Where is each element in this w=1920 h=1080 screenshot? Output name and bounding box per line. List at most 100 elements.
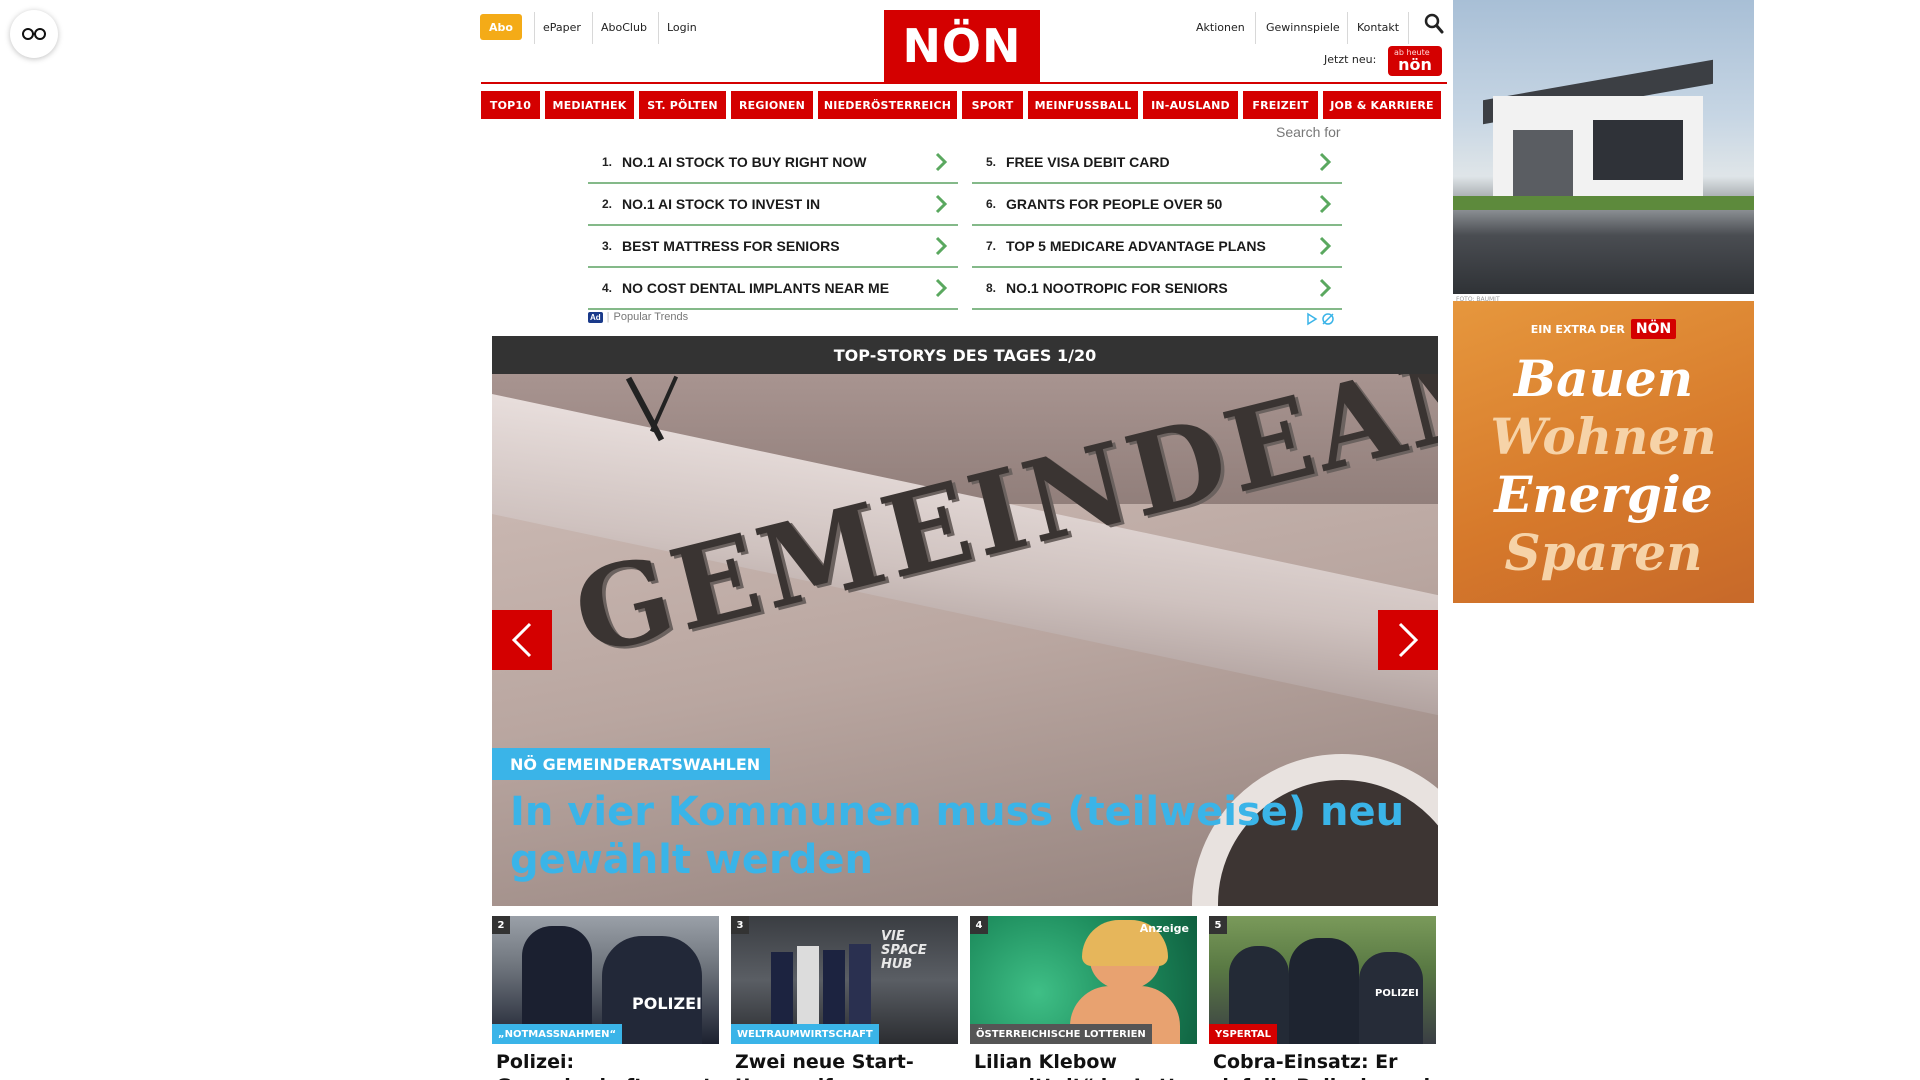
ad-link[interactable]: 2. NO.1 AI STOCK TO INVEST IN	[588, 184, 958, 226]
ad-search-for: Search for	[1276, 124, 1341, 140]
story-category-tag: WELTRAUMWIRTSCHAFT	[731, 1024, 879, 1044]
story-rank: 5	[1209, 916, 1227, 934]
ad-number: 2.	[601, 197, 612, 211]
ad-footer-text[interactable]: Popular Trends	[614, 311, 689, 323]
ad-number: 3.	[601, 239, 612, 253]
divider	[1408, 12, 1409, 44]
nav-sport[interactable]: SPORT	[962, 91, 1023, 119]
story-title: Lilian Klebow „ermittelt“ im Lotto Studi…	[974, 1051, 1190, 1080]
story-card[interactable]: POLIZEI 2 „NOTMASSNAHMEN“ Polizei: Gewer…	[492, 916, 719, 1080]
ad-text: NO COST DENTAL IMPLANTS NEAR ME	[622, 280, 890, 296]
ad-link[interactable]: 5. FREE VISA DEBIT CARD	[972, 142, 1342, 184]
ad-word: Bauen	[1513, 349, 1694, 408]
nav-top10[interactable]: TOP10	[481, 91, 540, 119]
ad-link[interactable]: 6. GRANTS FOR PEOPLE OVER 50	[972, 184, 1342, 226]
next-story-button[interactable]	[1378, 610, 1438, 670]
ad-footer: Ad | Popular Trends	[588, 311, 689, 323]
epaper-link[interactable]: ePaper	[543, 14, 581, 40]
nav-freizeit[interactable]: FREIZEIT	[1243, 91, 1318, 119]
divider	[592, 12, 593, 44]
adchoices-icon[interactable]	[1306, 311, 1342, 330]
chevron-left-icon	[511, 622, 532, 658]
ad-link[interactable]: 4. NO COST DENTAL IMPLANTS NEAR ME	[588, 268, 958, 310]
story-image-text: POLIZEI	[1375, 988, 1419, 999]
chevron-right-icon	[1319, 152, 1332, 172]
reader-mode-button[interactable]	[10, 10, 58, 58]
story-title: Polizei: Gewerkschaft warnt vor Einsparu…	[496, 1051, 712, 1080]
story-image: Anzeige 4 ÖSTERREICHISCHE LOTTERIEN	[970, 916, 1197, 1044]
ad-number: 5.	[985, 155, 996, 169]
story-image: POLIZEI 2 „NOTMASSNAHMEN“	[492, 916, 719, 1044]
hero-category-tag[interactable]: NÖ GEMEINDERATSWAHLEN	[492, 748, 771, 780]
kontakt-link[interactable]: Kontakt	[1357, 14, 1399, 40]
ad-text: GRANTS FOR PEOPLE OVER 50	[1006, 196, 1223, 212]
story-card[interactable]: POLIZEI 5 YSPERTAL Cobra-Einsatz: Er rie…	[1209, 916, 1436, 1080]
chevron-right-icon	[1319, 278, 1332, 298]
jetzt-badge-small: ab heute	[1394, 48, 1430, 57]
ad-text: BEST MATTRESS FOR SENIORS	[622, 238, 840, 254]
nav-job-karriere[interactable]: JOB & KARRIERE	[1323, 91, 1441, 119]
ad-text: NO.1 NOOTROPIC FOR SENIORS	[1006, 280, 1228, 296]
chevron-right-icon	[935, 236, 948, 256]
ad-list-right: 5. FREE VISA DEBIT CARD 6. GRANTS FOR PE…	[972, 142, 1342, 310]
story-category-tag: ÖSTERREICHISCHE LOTTERIEN	[970, 1024, 1152, 1044]
nav-mediathek[interactable]: MEDIATHEK	[545, 91, 634, 119]
prev-story-button[interactable]	[492, 610, 552, 670]
ad-text: NO.1 AI STOCK TO BUY RIGHT NOW	[622, 154, 867, 170]
glasses-icon	[22, 28, 46, 40]
story-image: VIE SPACE HUB 3 WELTRAUMWIRTSCHAFT	[731, 916, 958, 1044]
ad-text: FREE VISA DEBIT CARD	[1006, 154, 1170, 170]
story-image: POLIZEI 5 YSPERTAL	[1209, 916, 1436, 1044]
chevron-right-icon	[1398, 622, 1419, 658]
page: Abo ePaper AboClub Login NÖN Aktionen Ge…	[0, 0, 1920, 1080]
ad-word: Wohnen	[1490, 407, 1717, 466]
ad-number: 7.	[985, 239, 996, 253]
house-ad-banner[interactable]	[1453, 0, 1754, 294]
bauen-ad-head-text: EIN EXTRA DER	[1530, 322, 1625, 336]
story-category-tag: „NOTMASSNAHMEN“	[492, 1024, 623, 1044]
nav-regionen[interactable]: REGIONEN	[731, 91, 813, 119]
story-image-text: POLIZEI	[632, 994, 702, 1013]
story-card[interactable]: Anzeige 4 ÖSTERREICHISCHE LOTTERIEN Lili…	[970, 916, 1197, 1080]
ad-number: 8.	[985, 281, 996, 295]
ad-number: 1.	[601, 155, 612, 169]
abo-button[interactable]: Abo	[480, 14, 522, 40]
ad-link[interactable]: 1. NO.1 AI STOCK TO BUY RIGHT NOW	[588, 142, 958, 184]
ad-label: Ad	[588, 311, 603, 323]
top-stories-header: TOP-STORYS DES TAGES 1/20	[492, 336, 1438, 374]
bauen-ad-header: EIN EXTRA DER NÖN	[1453, 319, 1754, 339]
nav-niederoesterreich[interactable]: NIEDERÖSTERREICH	[818, 91, 957, 119]
divider	[1255, 12, 1256, 44]
nav-meinfussball[interactable]: MEINFUSSBALL	[1028, 91, 1138, 119]
story-rank: 3	[731, 916, 749, 934]
gewinnspiele-link[interactable]: Gewinnspiele	[1266, 14, 1340, 40]
ad-link[interactable]: 8. NO.1 NOOTROPIC FOR SENIORS	[972, 268, 1342, 310]
search-icon[interactable]	[1424, 13, 1444, 35]
jetzt-neu-badge[interactable]: ab heute nön	[1388, 46, 1442, 76]
story-card[interactable]: VIE SPACE HUB 3 WELTRAUMWIRTSCHAFT Zwei …	[731, 916, 958, 1080]
story-image-text: VIE SPACE HUB	[881, 929, 927, 972]
noen-mini-logo: NÖN	[1630, 319, 1677, 339]
ad-word: Sparen	[1504, 523, 1703, 582]
hero-title[interactable]: In vier Kommunen muss (teilweise) neu ge…	[510, 788, 1410, 884]
chevron-right-icon	[935, 194, 948, 214]
noen-logo[interactable]: NÖN	[884, 10, 1040, 82]
story-title: Zwei neue Start-Ups greifen am Flughafen	[735, 1051, 914, 1080]
jetzt-badge-text: nön	[1398, 55, 1432, 74]
nav-st-poelten[interactable]: ST. PÖLTEN	[639, 91, 726, 119]
story-category-tag: YSPERTAL	[1209, 1024, 1278, 1044]
divider	[1347, 12, 1348, 44]
login-link[interactable]: Login	[667, 14, 697, 40]
bauen-wohnen-ad[interactable]: EIN EXTRA DER NÖN Bauen Wohnen Energie S…	[1453, 301, 1754, 603]
aktionen-link[interactable]: Aktionen	[1196, 14, 1245, 40]
aboclub-link[interactable]: AboClub	[601, 14, 647, 40]
ad-link[interactable]: 3. BEST MATTRESS FOR SENIORS	[588, 226, 958, 268]
ad-word: Energie	[1494, 465, 1713, 524]
story-title: Cobra-Einsatz: Er rief die Polizei – und…	[1213, 1051, 1430, 1080]
hero-rod	[649, 375, 679, 433]
story-rank: 2	[492, 916, 510, 934]
ad-number: 6.	[985, 197, 996, 211]
ad-link[interactable]: 7. TOP 5 MEDICARE ADVANTAGE PLANS	[972, 226, 1342, 268]
divider	[534, 12, 535, 44]
nav-in-ausland[interactable]: IN-AUSLAND	[1143, 91, 1238, 119]
